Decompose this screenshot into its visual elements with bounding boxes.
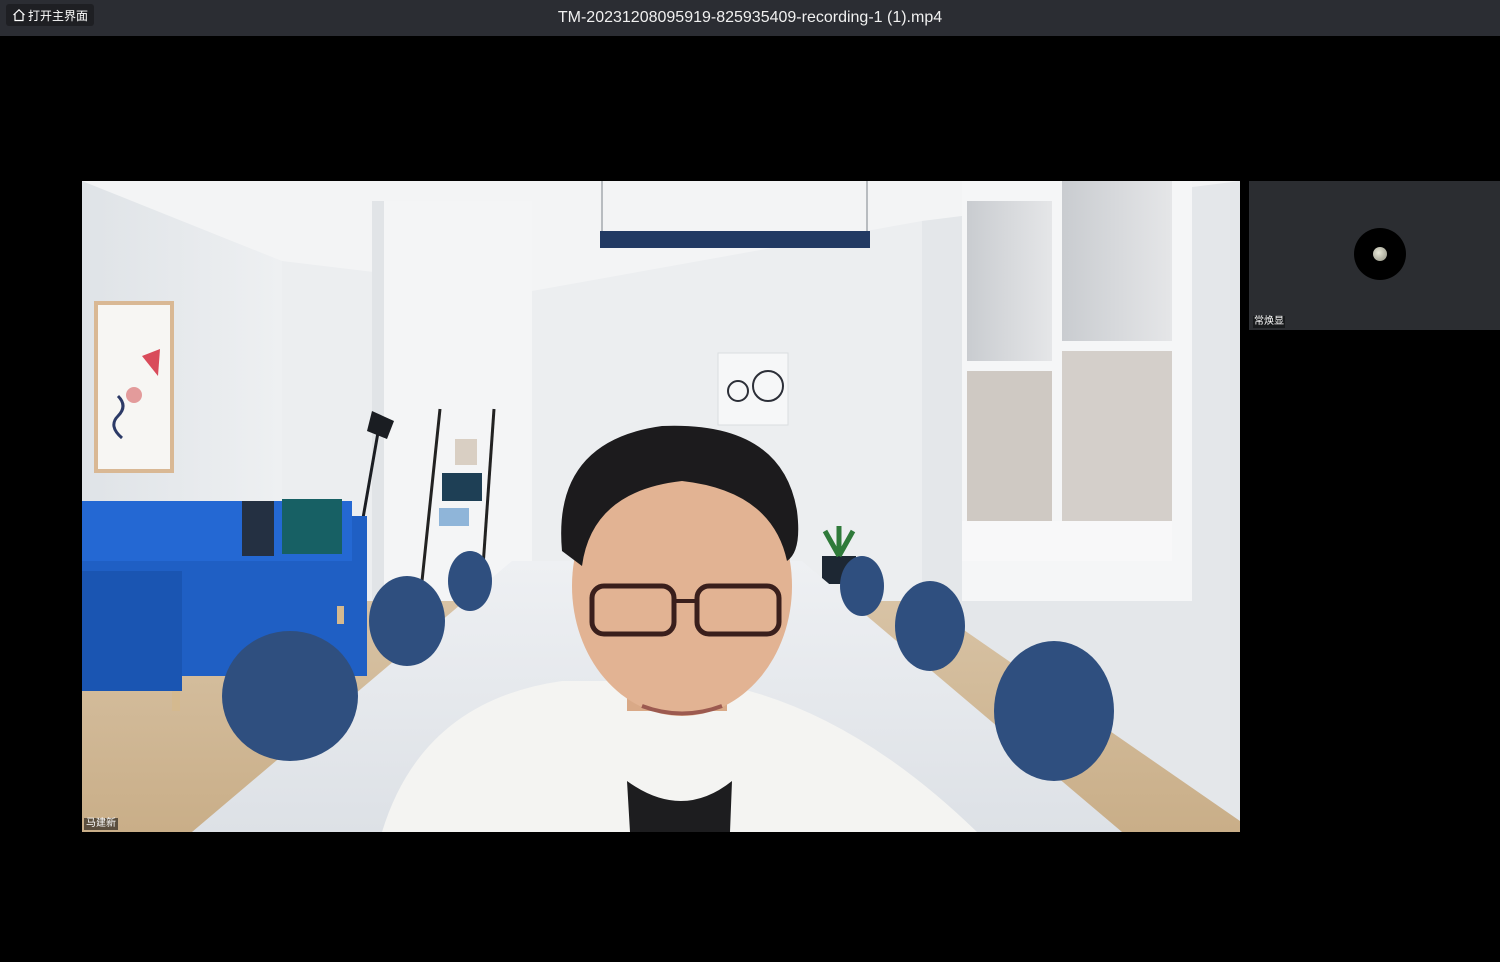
avatar-dot xyxy=(1373,247,1387,261)
thumbnail-participant-name: 常焕显 xyxy=(1253,316,1285,328)
main-video-feed[interactable]: 马建新 xyxy=(82,181,1240,832)
title-bar: 打开主界面 TM-20231208095919-825935409-record… xyxy=(0,0,1500,36)
video-frame-image xyxy=(82,181,1240,832)
participant-thumbnail[interactable]: 常焕显 xyxy=(1249,181,1500,330)
avatar-icon xyxy=(1354,228,1406,280)
window-title: TM-20231208095919-825935409-recording-1 … xyxy=(557,9,943,26)
main-participant-name: 马建新 xyxy=(84,818,118,830)
